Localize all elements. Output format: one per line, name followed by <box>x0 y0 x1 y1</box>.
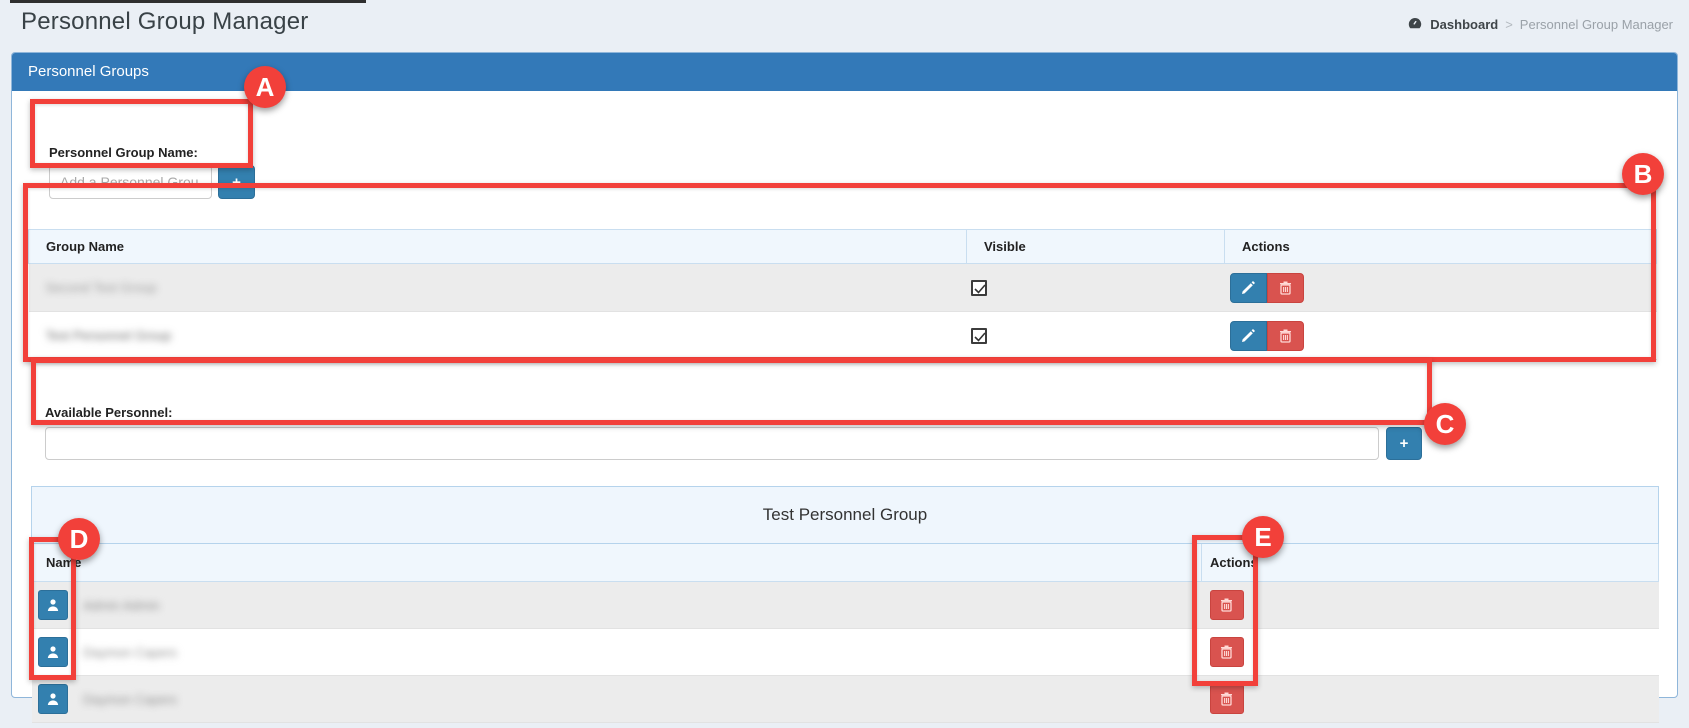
group-row: Test Personnel Group <box>28 311 1657 360</box>
group-name-label: Personnel Group Name: <box>49 145 198 160</box>
plus-icon: + <box>1399 435 1409 452</box>
person-button[interactable] <box>37 590 68 620</box>
plus-icon: + <box>232 173 241 191</box>
personnel-name-text: Admin Admin <box>83 597 160 613</box>
trash-icon <box>1279 329 1291 343</box>
person-button[interactable] <box>37 684 68 714</box>
personnel-row: Daymon Capers <box>31 628 1659 676</box>
trash-icon <box>1279 281 1291 295</box>
person-icon <box>47 646 58 658</box>
delete-group-button[interactable] <box>1266 320 1304 351</box>
personnel-name-text: Daymon Capers <box>83 644 178 660</box>
column-visible: Visible <box>966 229 1225 264</box>
group-name-text: Second Test Group <box>45 280 157 295</box>
breadcrumb-dashboard-link[interactable]: Dashboard <box>1430 17 1498 32</box>
available-personnel-input[interactable] <box>45 427 1379 460</box>
personnel-name-text: Daymon Capers <box>83 691 178 707</box>
person-icon <box>47 693 58 705</box>
visible-checkbox[interactable] <box>970 327 987 344</box>
remove-personnel-button[interactable] <box>1209 637 1244 667</box>
checkmark-icon <box>973 284 986 294</box>
available-personnel-label: Available Personnel: <box>45 405 173 420</box>
groups-table-header-row: Group Name Visible Actions <box>28 229 1657 264</box>
group-name-text: Test Personnel Group <box>45 328 172 343</box>
remove-personnel-button[interactable] <box>1209 590 1244 620</box>
group-name-input[interactable] <box>49 165 212 199</box>
personnel-table-header-row: Name Actions <box>31 543 1660 582</box>
edit-group-button[interactable] <box>1229 320 1267 351</box>
add-group-button[interactable]: + <box>218 165 255 199</box>
trash-icon <box>1221 598 1232 612</box>
remove-personnel-button[interactable] <box>1209 684 1244 714</box>
breadcrumb-separator: > <box>1505 16 1513 32</box>
column-group-name: Group Name <box>28 229 967 264</box>
person-icon <box>47 599 58 611</box>
panel-body: Personnel Group Name: + Group Name Visib… <box>12 91 1677 723</box>
pencil-icon <box>1242 280 1255 294</box>
panel-heading: Personnel Groups <box>12 53 1677 91</box>
personnel-row: Admin Admin <box>31 581 1659 629</box>
group-row: Second Test Group <box>28 263 1657 312</box>
person-button[interactable] <box>37 637 68 667</box>
page-title: Personnel Group Manager <box>21 8 309 35</box>
column-name: Name <box>31 543 1202 582</box>
trash-icon <box>1221 645 1232 659</box>
edit-group-button[interactable] <box>1229 272 1267 303</box>
visible-checkbox[interactable] <box>970 279 987 296</box>
add-personnel-button[interactable]: + <box>1386 427 1422 460</box>
column-actions: Actions <box>1200 543 1660 582</box>
trash-icon <box>1221 692 1232 706</box>
personnel-table: Test Personnel Group Name Actions Admin … <box>30 486 1660 723</box>
personnel-table-caption-row: Test Personnel Group <box>30 486 1660 544</box>
pencil-icon <box>1242 328 1255 342</box>
breadcrumb: Dashboard > Personnel Group Manager <box>1407 16 1673 32</box>
breadcrumb-current: Personnel Group Manager <box>1519 16 1673 32</box>
personnel-groups-panel: Personnel Groups Personnel Group Name: +… <box>11 52 1678 723</box>
personnel-table-caption: Test Personnel Group <box>30 486 1660 544</box>
dashboard-icon <box>1407 16 1423 32</box>
checkmark-icon <box>973 332 986 342</box>
personnel-row: Daymon Capers <box>31 675 1659 723</box>
groups-table: Group Name Visible Actions Second Test G… <box>28 229 1657 360</box>
delete-group-button[interactable] <box>1266 272 1304 303</box>
window-top-edge <box>10 0 366 3</box>
column-actions: Actions <box>1224 229 1657 264</box>
